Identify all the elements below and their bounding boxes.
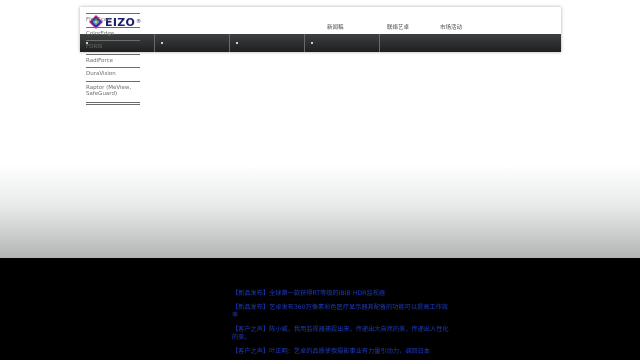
menu-tab-4[interactable] <box>305 34 380 52</box>
nav-item-news[interactable]: 新闻稿 <box>327 23 344 31</box>
bullet-icon <box>311 42 313 44</box>
top-navigation: 新闻稿 联络艺卓 市场活动 <box>80 23 561 33</box>
news-link[interactable]: 【客户之声】叶正明：艺卓的品质使我摄影事业有力量引动力，调回日本 <box>232 348 454 357</box>
footer-list-end-divider <box>86 101 140 105</box>
news-list: 【新品发布】全球第一款获得RT等级的IBIB HDR监视器 【新品发布】艺卓发布… <box>232 290 454 360</box>
footer-link-foris[interactable]: FORIS <box>86 40 140 54</box>
bullet-icon <box>161 42 163 44</box>
footer-link-duravision[interactable]: DuraVision <box>86 67 140 81</box>
footer-link-radiforce[interactable]: RadiForce <box>86 53 140 68</box>
menu-tab-2[interactable] <box>155 34 230 52</box>
footer-link-coloredge[interactable]: ColorEdge <box>86 26 140 41</box>
news-link[interactable]: 【新品发布】艺卓发布360万像素彩色医疗显示器其配备的功能可以提高工作效率 <box>232 304 454 321</box>
product-menu-bar <box>80 34 561 52</box>
footer-product-links: FlexScan ColorEdge FORIS RadiForce DuraV… <box>86 13 140 105</box>
site-header: EIZO ® 新闻稿 联络艺卓 市场活动 <box>80 7 561 52</box>
nav-item-contact[interactable]: 联络艺卓 <box>387 23 409 31</box>
nav-item-events[interactable]: 市场活动 <box>440 23 462 31</box>
footer-link-flexscan[interactable]: FlexScan <box>86 13 140 27</box>
news-link[interactable]: 【新品发布】全球第一款获得RT等级的IBIB HDR监视器 <box>232 290 454 299</box>
footer-link-raptor[interactable]: Raptor (MeView, SafeGuard) <box>86 80 140 102</box>
bullet-icon <box>236 42 238 44</box>
menu-tab-3[interactable] <box>230 34 305 52</box>
news-link[interactable]: 【客户之声】陈小威，我用监视器捕捉出来，传递出大自然的美，传递出人性化的美。 <box>232 326 454 343</box>
